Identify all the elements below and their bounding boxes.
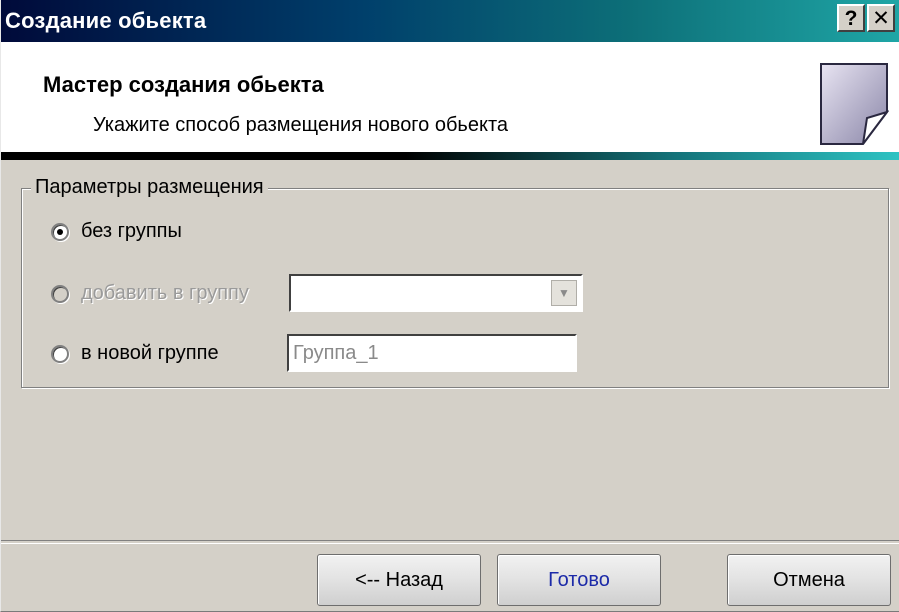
radio-no-group-label[interactable]: без группы: [81, 220, 182, 243]
radio-add-to-group-label[interactable]: добавить в группу: [81, 282, 249, 305]
wizard-dialog: Создание обьекта ? ✕ Мастер создания обь…: [0, 0, 899, 612]
radio-add-to-group[interactable]: добавить в группу: [51, 282, 249, 305]
wizard-subtitle: Укажите способ размещения нового обьекта: [93, 114, 508, 136]
finish-button[interactable]: Готово: [497, 554, 661, 606]
back-button[interactable]: <-- Назад: [317, 554, 481, 606]
new-group-name-field[interactable]: Группа_1: [287, 334, 577, 372]
radio-new-group-label[interactable]: в новой группе: [81, 342, 219, 365]
close-button[interactable]: ✕: [867, 4, 895, 32]
wizard-page-icon: [820, 63, 889, 145]
chevron-down-icon[interactable]: ▼: [551, 280, 577, 306]
existing-group-combobox[interactable]: ▼: [289, 274, 583, 312]
close-icon: ✕: [872, 6, 890, 30]
wizard-title: Мастер создания обьекта: [43, 72, 324, 97]
radio-new-group[interactable]: в новой группе: [51, 342, 219, 365]
radio-add-to-group-button[interactable]: [51, 284, 69, 303]
placement-groupbox-label: Параметры размещения: [31, 176, 268, 199]
radio-no-group-button[interactable]: [51, 222, 69, 241]
help-button[interactable]: ?: [837, 4, 865, 32]
radio-no-group[interactable]: без группы: [51, 220, 182, 243]
wizard-header: Мастер создания обьекта Укажите способ р…: [1, 42, 899, 154]
cancel-button[interactable]: Отмена: [727, 554, 891, 606]
radio-new-group-button[interactable]: [51, 344, 69, 363]
window-title: Создание обьекта: [5, 8, 207, 33]
header-divider: [1, 152, 899, 160]
title-bar[interactable]: Создание обьекта ? ✕: [1, 0, 899, 42]
help-icon: ?: [844, 6, 858, 30]
button-separator: [1, 540, 899, 544]
